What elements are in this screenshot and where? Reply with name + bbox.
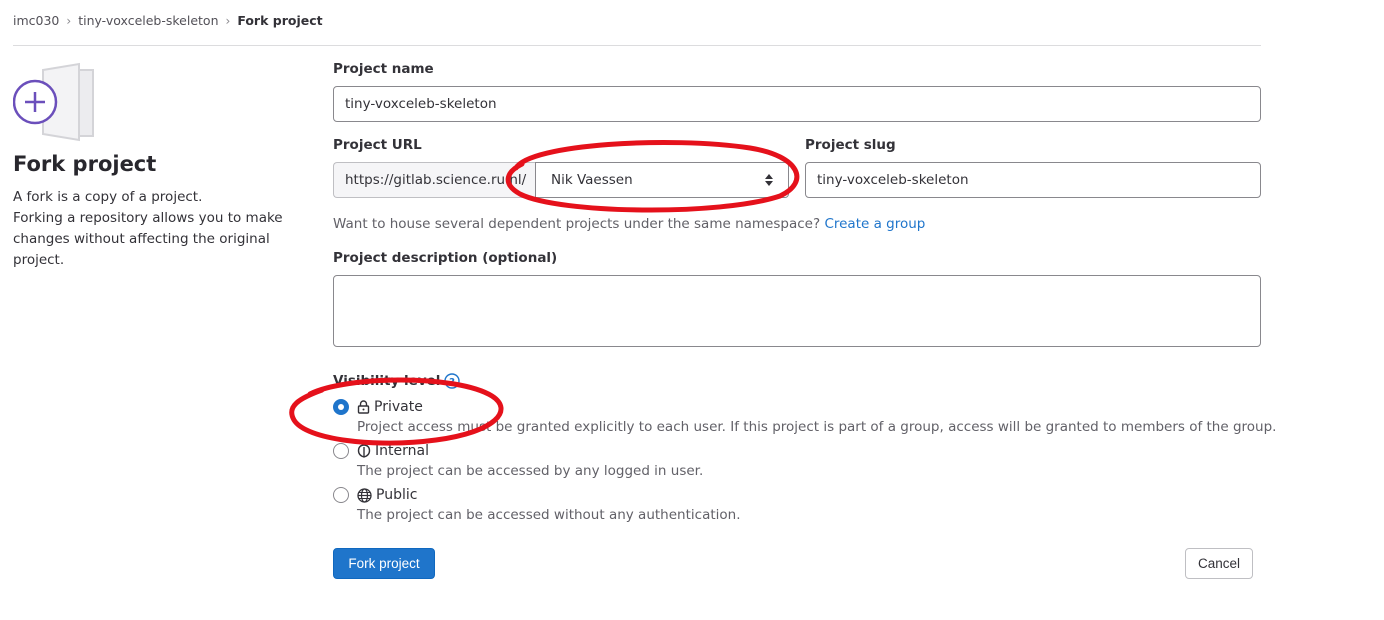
lock-icon	[357, 400, 370, 414]
cancel-button[interactable]: Cancel	[1185, 548, 1253, 579]
private-label-text: Private	[374, 399, 423, 415]
description-line: changes without affecting the original	[13, 231, 270, 247]
internal-label-text: Internal	[375, 443, 429, 459]
shield-icon	[357, 444, 371, 458]
project-url-prefix: https://gitlab.science.ru.nl/	[333, 162, 535, 198]
description-line: A fork is a copy of a project.	[13, 189, 203, 205]
namespace-select-value: Nik Vaessen	[551, 172, 633, 188]
header-divider	[13, 45, 1261, 46]
breadcrumb-item-group[interactable]: imc030	[13, 13, 59, 28]
project-name-value: tiny-voxceleb-skeleton	[345, 96, 497, 112]
private-radio-label[interactable]: Private	[357, 399, 423, 415]
project-description-label: Project description (optional)	[333, 250, 558, 266]
visibility-level-label: Visibility level ?	[333, 373, 461, 389]
breadcrumb-item-project[interactable]: tiny-voxceleb-skeleton	[78, 13, 218, 28]
fork-project-button[interactable]: Fork project	[333, 548, 435, 579]
private-radio[interactable]	[333, 399, 349, 415]
visibility-option-public[interactable]: Public	[333, 487, 417, 503]
fork-project-illustration-icon	[13, 62, 94, 142]
visibility-option-internal[interactable]: Internal	[333, 443, 429, 459]
sort-arrows-icon	[765, 174, 773, 186]
public-radio[interactable]	[333, 487, 349, 503]
namespace-select[interactable]: Nik Vaessen	[535, 162, 789, 198]
project-slug-label: Project slug	[805, 137, 896, 153]
visibility-option-private[interactable]: Private	[333, 399, 423, 415]
breadcrumb: imc030 › tiny-voxceleb-skeleton › Fork p…	[13, 13, 323, 28]
create-group-link[interactable]: Create a group	[824, 216, 925, 232]
question-circle-icon[interactable]: ?	[444, 373, 461, 389]
internal-radio-label[interactable]: Internal	[357, 443, 429, 459]
project-description-textarea[interactable]	[333, 275, 1261, 347]
internal-help-text: The project can be accessed by any logge…	[357, 463, 704, 479]
internal-radio[interactable]	[333, 443, 349, 459]
page-description: A fork is a copy of a project. Forking a…	[13, 187, 288, 271]
project-slug-value: tiny-voxceleb-skeleton	[817, 172, 969, 188]
project-name-label: Project name	[333, 61, 434, 77]
public-label-text: Public	[376, 487, 418, 503]
svg-text:?: ?	[449, 377, 455, 388]
visibility-level-label-text: Visibility level	[333, 373, 441, 389]
chevron-right-icon: ›	[225, 13, 231, 28]
project-url-prefix-text: https://gitlab.science.ru.nl/	[345, 172, 527, 188]
breadcrumb-current[interactable]: Fork project	[237, 13, 322, 28]
public-radio-label[interactable]: Public	[357, 487, 417, 503]
description-line: project.	[13, 252, 65, 268]
public-help-text: The project can be accessed without any …	[357, 507, 741, 523]
chevron-right-icon: ›	[66, 13, 72, 28]
earth-icon	[357, 487, 372, 503]
project-url-label: Project URL	[333, 137, 422, 153]
private-help-text: Project access must be granted explicitl…	[357, 419, 1277, 435]
project-slug-input[interactable]: tiny-voxceleb-skeleton	[805, 162, 1261, 198]
project-name-input[interactable]: tiny-voxceleb-skeleton	[333, 86, 1261, 122]
namespace-hint-text: Want to house several dependent projects…	[333, 216, 821, 232]
namespace-hint: Want to house several dependent projects…	[333, 216, 925, 232]
page-title: Fork project	[13, 152, 157, 176]
description-line: Forking a repository allows you to make	[13, 210, 283, 226]
